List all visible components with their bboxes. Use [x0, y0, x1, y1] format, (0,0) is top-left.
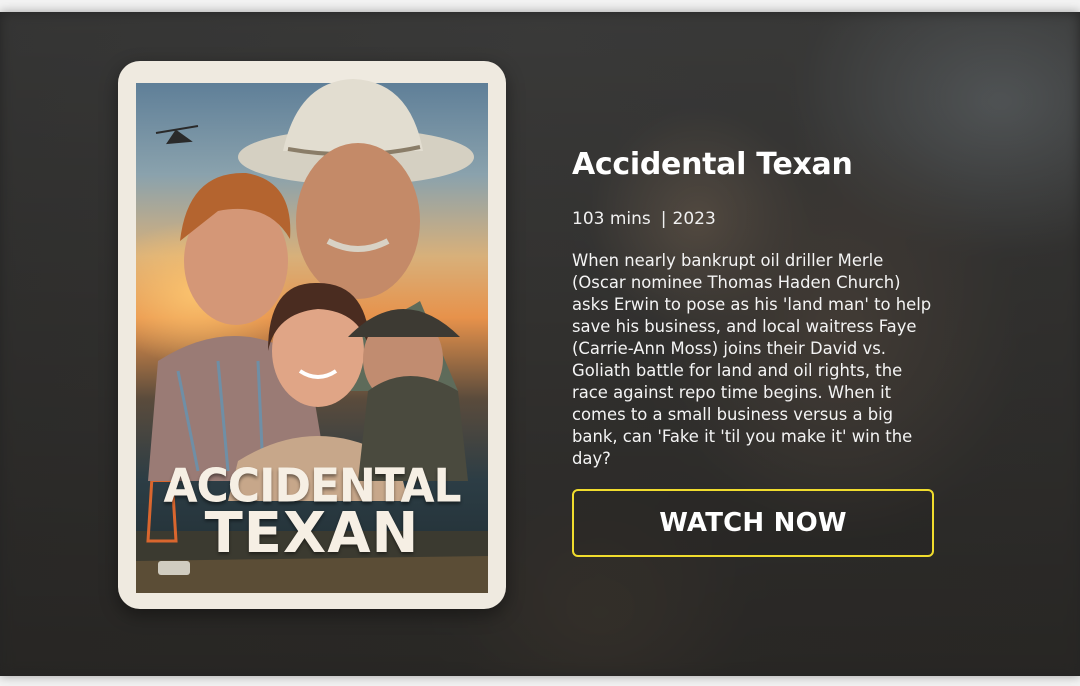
poster-title-line2: TEXAN: [204, 501, 420, 566]
movie-description: When nearly bankrupt oil driller Merle (…: [572, 251, 932, 468]
meta-separator: |: [660, 209, 667, 229]
movie-year: 2023: [672, 209, 716, 229]
hero-banner: ACCIDENTAL TEXAN Accidental Texan 103 mi…: [0, 12, 1080, 676]
movie-meta: 103 mins | 2023: [572, 208, 937, 230]
movie-title: Accidental Texan: [572, 147, 853, 182]
movie-duration: 103 mins: [572, 209, 651, 229]
movie-info: Accidental Texan 103 mins | 2023 When near…: [572, 146, 937, 486]
watch-now-button[interactable]: WATCH NOW: [572, 489, 934, 557]
movie-poster[interactable]: ACCIDENTAL TEXAN: [118, 61, 506, 609]
